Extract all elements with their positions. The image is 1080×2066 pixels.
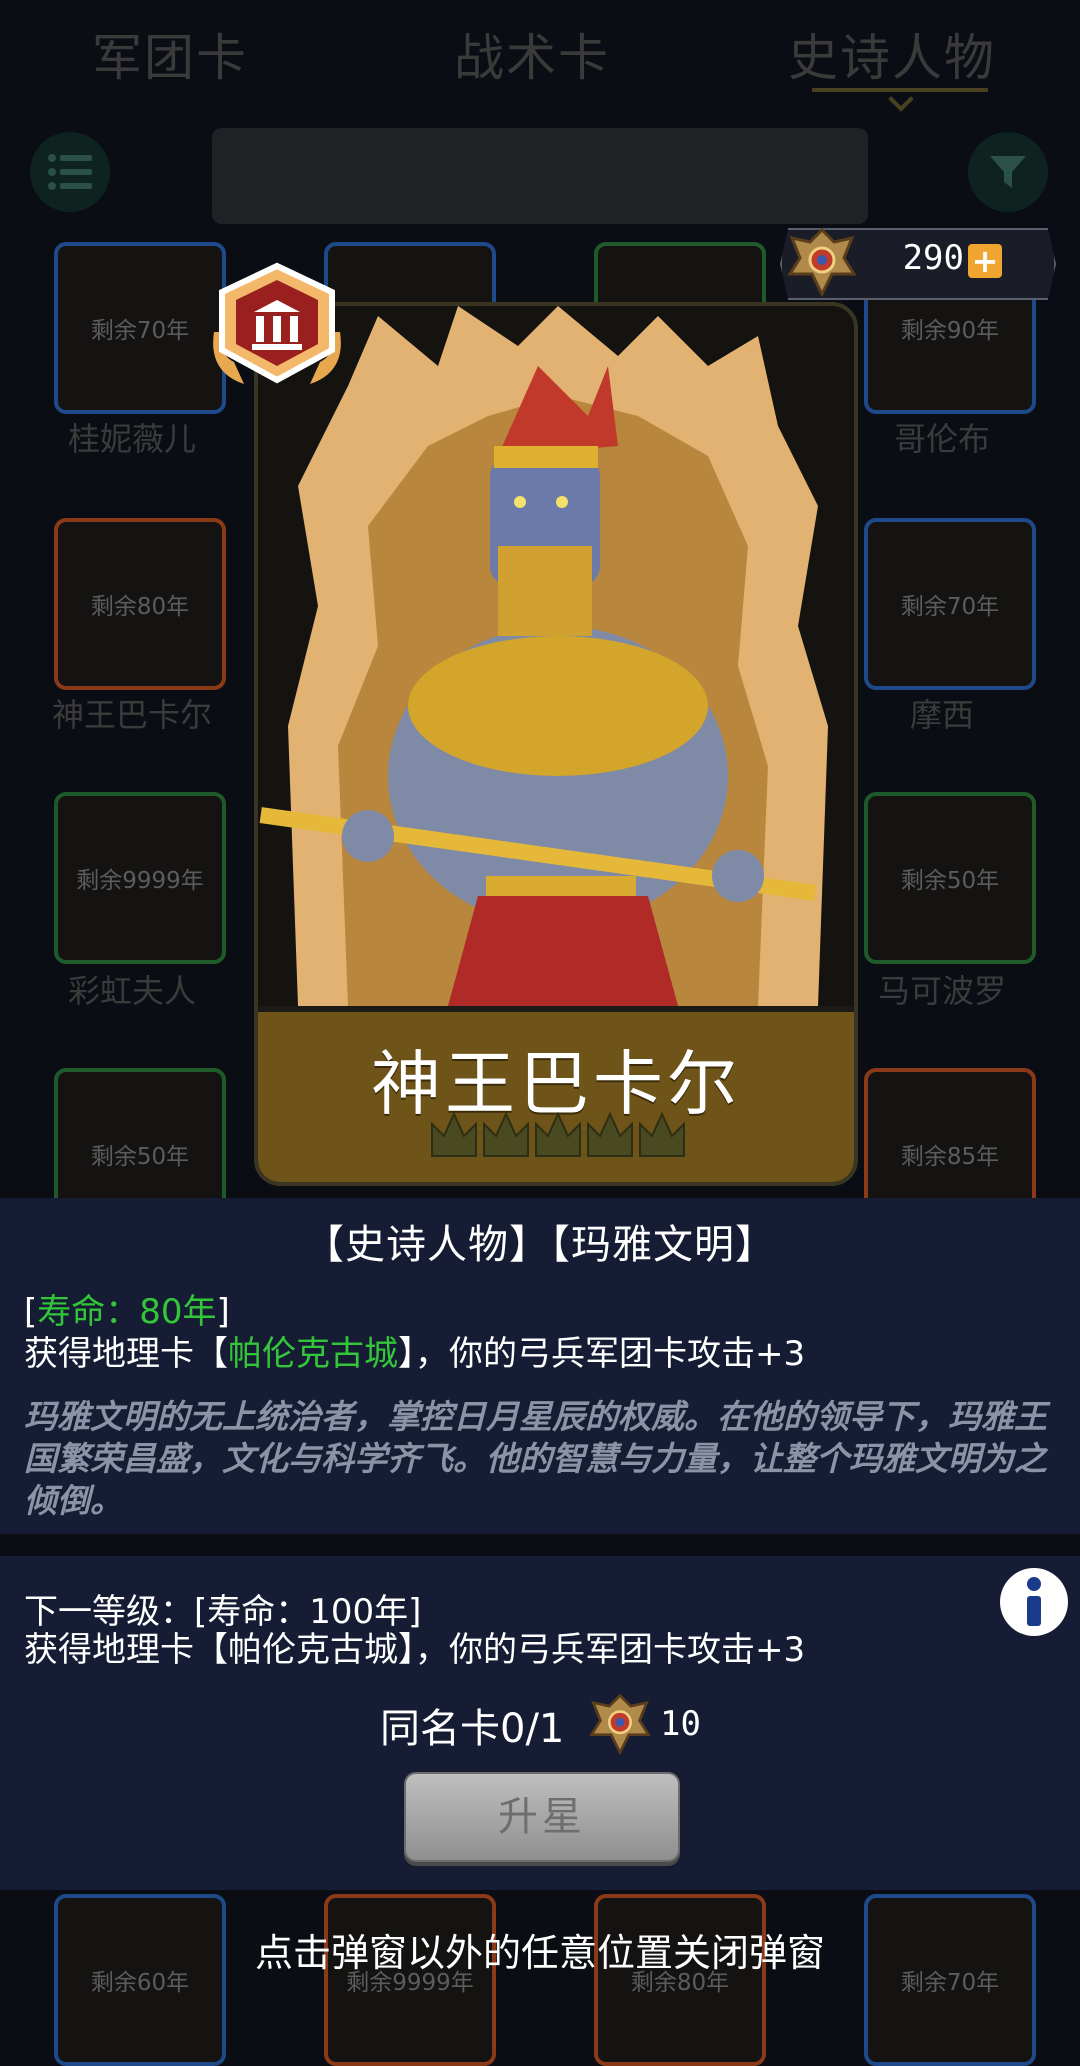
currency-amount: 290 xyxy=(902,238,964,278)
add-currency-button[interactable]: + xyxy=(968,244,1002,278)
effect-line: 获得地理卡【帕伦克古城】，你的弓兵军团卡攻击+3 xyxy=(24,1326,805,1375)
figure-card[interactable]: 剩余80年 xyxy=(594,1894,766,2066)
figure-card[interactable]: 剩余9999年 xyxy=(324,1894,496,2066)
figure-description: 玛雅文明的无上统治者，掌控日月星辰的权威。在他的领导下，玛雅王国繁荣昌盛，文化与… xyxy=(24,1397,1047,1520)
featured-figure-card: 神王巴卡尔 xyxy=(254,302,858,1186)
effect-city: 帕伦克古城 xyxy=(228,1334,398,1374)
filter-icon xyxy=(990,156,1026,188)
figure-name: 马可波罗 xyxy=(877,972,1006,1010)
figure-portrait xyxy=(258,306,854,1006)
tab-tactic-cards[interactable]: 战术卡 xyxy=(454,18,610,90)
filter-button[interactable] xyxy=(968,132,1048,212)
remaining-years: 剩余70年 xyxy=(900,594,1000,620)
next-level-effect: 获得地理卡【帕伦克古城】，你的弓兵军团卡攻击+3 xyxy=(24,1630,806,1670)
same-name-card-count: 同名卡0/1 xyxy=(380,1706,565,1752)
active-tab-indicator xyxy=(812,88,988,92)
remaining-years: 剩余90年 xyxy=(900,318,1000,344)
eagle-emblem-icon xyxy=(589,1693,651,1756)
upgrade-cost: 10 xyxy=(660,1704,701,1744)
remaining-years: 剩余50年 xyxy=(90,1144,190,1170)
info-button[interactable] xyxy=(1000,1568,1068,1636)
figure-card[interactable]: 剩余60年 xyxy=(54,1894,226,2066)
figure-name: 神王巴卡尔 xyxy=(51,696,212,734)
remaining-years: 剩余80年 xyxy=(90,594,190,620)
figure-card[interactable]: 剩余50年 xyxy=(864,792,1036,964)
figure-name: 哥伦布 xyxy=(893,420,990,458)
info-icon xyxy=(1027,1577,1041,1626)
figure-name: 摩西 xyxy=(909,696,974,734)
remaining-years: 剩余50年 xyxy=(900,868,1000,894)
figure-name: 桂妮薇儿 xyxy=(67,420,196,458)
effect-prefix: 获得地理卡【 xyxy=(24,1334,228,1374)
tab-epic-figures[interactable]: 史诗人物 xyxy=(788,18,996,90)
effect-suffix: 】，你的弓兵军团卡攻击+3 xyxy=(398,1334,806,1374)
card-tags: 【史诗人物】【玛雅文明】 xyxy=(304,1222,776,1268)
remaining-years: 剩余70年 xyxy=(90,318,190,344)
figure-card[interactable]: 剩余70年 xyxy=(54,242,226,414)
civilization-badge-icon xyxy=(213,262,341,384)
list-icon xyxy=(48,154,92,190)
figure-card[interactable]: 剩余70年 xyxy=(864,518,1036,690)
figure-name: 彩虹夫人 xyxy=(67,972,196,1010)
figure-card[interactable]: 剩余80年 xyxy=(54,518,226,690)
eagle-emblem-icon xyxy=(787,227,857,298)
figure-card[interactable]: 剩余9999年 xyxy=(54,792,226,964)
upgrade-star-button[interactable]: 升星 xyxy=(404,1772,680,1862)
figure-card[interactable]: 剩余70年 xyxy=(864,1894,1036,2066)
remaining-years: 剩余85年 xyxy=(900,1144,1000,1170)
close-popup-hint: 点击弹窗以外的任意位置关闭弹窗 xyxy=(254,1931,825,1975)
tab-bar: 军团卡 战术卡 史诗人物 xyxy=(0,0,1080,110)
star-crowns xyxy=(431,1111,685,1157)
search-input[interactable] xyxy=(212,128,868,224)
tab-legion-cards[interactable]: 军团卡 xyxy=(92,18,248,90)
list-menu-button[interactable] xyxy=(30,132,110,212)
remaining-years: 剩余9999年 xyxy=(76,868,204,894)
